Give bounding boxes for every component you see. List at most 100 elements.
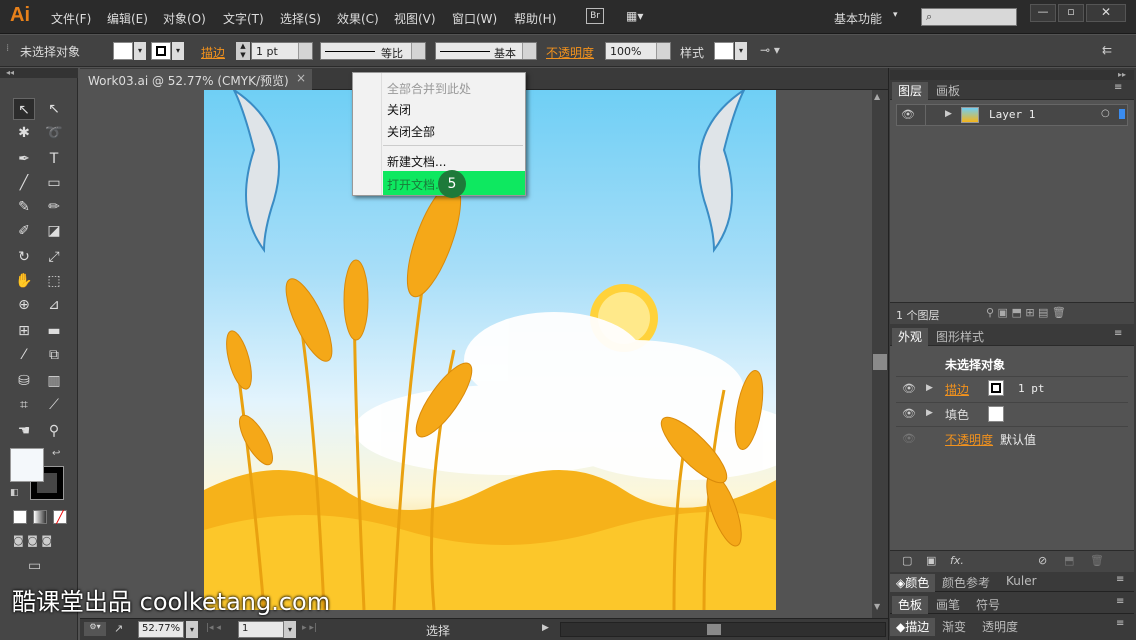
color-mode-icon[interactable] bbox=[13, 510, 27, 524]
h-scroll-thumb[interactable] bbox=[707, 624, 721, 635]
document-tab[interactable]: Work03.ai @ 52.77% (CMYK/预览) × bbox=[80, 69, 312, 90]
pen-tool-icon[interactable]: ✒ bbox=[13, 148, 35, 170]
menu-effect[interactable]: 效果(C) bbox=[337, 10, 379, 27]
expand-stroke-icon[interactable]: ▶ bbox=[926, 383, 933, 393]
appearance-fill-swatch[interactable] bbox=[988, 406, 1004, 422]
layer-visibility-icon[interactable]: 👁 bbox=[901, 108, 915, 121]
tab-stroke[interactable]: ◆描边 bbox=[890, 618, 936, 636]
none-mode-icon[interactable]: ╱ bbox=[53, 510, 67, 524]
scroll-thumb[interactable] bbox=[873, 354, 887, 370]
tab-appearance[interactable]: 外观 bbox=[892, 328, 929, 346]
type-tool-icon[interactable]: T bbox=[43, 148, 65, 170]
opacity-field[interactable]: 100% bbox=[605, 42, 671, 60]
zoom-tool-icon[interactable]: ⚲ bbox=[43, 420, 65, 442]
graphic-style-dropdown-icon[interactable]: ▾ bbox=[735, 42, 747, 60]
paintbrush-tool-icon[interactable]: ✎ bbox=[13, 196, 35, 218]
free-transform-tool-icon[interactable]: ⬚ bbox=[43, 270, 65, 292]
menu-item-consolidate[interactable]: 全部合并到此处 bbox=[387, 80, 471, 97]
scroll-down-icon[interactable]: ▼ bbox=[874, 602, 880, 611]
rotate-tool-icon[interactable]: ↻ bbox=[13, 246, 35, 268]
default-colors-icon[interactable]: ◧ bbox=[10, 488, 19, 498]
workspace-chevron-icon[interactable]: ▾ bbox=[893, 10, 898, 20]
appearance-stroke-weight[interactable]: 1 pt bbox=[1018, 382, 1045, 395]
fill-color-front[interactable] bbox=[10, 448, 44, 482]
appearance-stroke-swatch[interactable] bbox=[988, 380, 1004, 396]
tab-symbols[interactable]: 符号 bbox=[970, 596, 1006, 613]
layer-target-icon[interactable]: ○ bbox=[1101, 108, 1110, 119]
lasso-tool-icon[interactable]: ➰ bbox=[43, 122, 65, 144]
expand-layer-icon[interactable]: ▶ bbox=[945, 109, 952, 119]
layer-row[interactable]: 👁 ▶ Layer 1 ○ bbox=[896, 104, 1128, 126]
tab-color[interactable]: ◈颜色 bbox=[890, 574, 936, 592]
workspace-switcher[interactable]: 基本功能 bbox=[834, 10, 882, 27]
column-graph-tool-icon[interactable]: ▥ bbox=[43, 370, 65, 392]
opacity-panel-link[interactable]: 不透明度 bbox=[546, 44, 594, 61]
add-effect-icon[interactable]: fx. bbox=[950, 554, 964, 567]
close-button[interactable]: ✕ bbox=[1086, 4, 1126, 22]
layer-name[interactable]: Layer 1 bbox=[989, 108, 1035, 121]
appearance-opacity-link[interactable]: 不透明度 bbox=[945, 431, 993, 448]
hand-tool-icon[interactable]: ☚ bbox=[13, 420, 35, 442]
eraser-tool-icon[interactable]: ◪ bbox=[43, 220, 65, 242]
first-artboard-icon[interactable]: |◂ ◂ bbox=[206, 623, 221, 633]
menu-item-close[interactable]: 关闭 bbox=[387, 101, 411, 118]
eyedropper-tool-icon[interactable]: ⁄ bbox=[13, 344, 35, 366]
layers-panel-menu-icon[interactable]: ≡ bbox=[1114, 82, 1122, 93]
menu-type[interactable]: 文字(T) bbox=[223, 10, 264, 27]
duplicate-item-icon[interactable]: ⬒ bbox=[1064, 554, 1074, 567]
minimize-button[interactable]: — bbox=[1030, 4, 1056, 22]
add-stroke-icon[interactable]: ▢ bbox=[902, 554, 912, 567]
warp-tool-icon[interactable]: ✋ bbox=[13, 270, 35, 292]
menu-edit[interactable]: 编辑(E) bbox=[107, 10, 148, 27]
dock-collapse-icon[interactable]: ▸▸ bbox=[890, 70, 1134, 80]
artboard-dropdown-icon[interactable]: ▾ bbox=[284, 621, 296, 638]
arrange-documents-icon[interactable]: ▦▾ bbox=[626, 9, 652, 23]
layer-lock-column[interactable] bbox=[925, 105, 926, 125]
vertical-scrollbar[interactable]: ▲ ▼ bbox=[872, 90, 888, 618]
status-menu-icon[interactable]: ▶ bbox=[542, 623, 549, 633]
tab-layers[interactable]: 图层 bbox=[892, 82, 929, 100]
drawing-modes-icon[interactable]: ◙ ◙ ◙ bbox=[13, 534, 52, 547]
tab-artboards[interactable]: 画板 bbox=[930, 82, 966, 99]
stroke-panel-link[interactable]: 描边 bbox=[201, 44, 225, 61]
stroke-visibility-icon[interactable]: 👁 bbox=[902, 382, 916, 395]
fill-swatch[interactable] bbox=[113, 42, 133, 60]
clear-appearance-icon[interactable]: ⊘ bbox=[1038, 554, 1047, 567]
swatches-panel-menu-icon[interactable]: ≡ bbox=[1116, 596, 1124, 607]
tab-kuler[interactable]: Kuler bbox=[1000, 574, 1043, 588]
tab-gradient[interactable]: 渐变 bbox=[936, 618, 972, 635]
expand-fill-icon[interactable]: ▶ bbox=[926, 408, 933, 418]
direct-selection-tool-icon[interactable]: ↖ bbox=[43, 98, 65, 120]
fill-dropdown-icon[interactable]: ▾ bbox=[134, 42, 146, 60]
shape-builder-tool-icon[interactable]: ⊕ bbox=[13, 294, 35, 316]
scale-tool-icon[interactable]: ⤢ bbox=[43, 246, 65, 268]
selection-tool-icon[interactable]: ↖ bbox=[13, 98, 35, 120]
stroke-dropdown-icon[interactable]: ▾ bbox=[172, 42, 184, 60]
menu-object[interactable]: 对象(O) bbox=[163, 10, 206, 27]
tab-transparency[interactable]: 透明度 bbox=[976, 618, 1024, 635]
control-panel-menu-icon[interactable]: ⇇ bbox=[1102, 43, 1112, 57]
menu-select[interactable]: 选择(S) bbox=[280, 10, 321, 27]
search-input[interactable]: ⌕ bbox=[921, 8, 1017, 26]
opacity-visibility-icon[interactable]: 👁 bbox=[902, 432, 916, 445]
screen-mode-icon[interactable]: ▭ bbox=[28, 558, 41, 574]
gradient-tool-icon[interactable]: ▬ bbox=[43, 320, 65, 342]
pencil-tool-icon[interactable]: ✏ bbox=[43, 196, 65, 218]
color-panel-menu-icon[interactable]: ≡ bbox=[1116, 574, 1124, 585]
status-options-icon[interactable]: ⚙▾ bbox=[84, 622, 106, 636]
graphic-style-swatch[interactable] bbox=[714, 42, 734, 60]
artboard-tool-icon[interactable]: ⌗ bbox=[13, 394, 35, 416]
rectangle-tool-icon[interactable]: ▭ bbox=[43, 172, 65, 194]
tab-color-guide[interactable]: 颜色参考 bbox=[936, 574, 996, 591]
menu-help[interactable]: 帮助(H) bbox=[514, 10, 556, 27]
close-tab-icon[interactable]: × bbox=[296, 71, 306, 85]
magic-wand-tool-icon[interactable]: ✱ bbox=[13, 122, 35, 144]
tools-collapse-icon[interactable]: ◂◂ bbox=[0, 68, 78, 78]
appearance-stroke-link[interactable]: 描边 bbox=[945, 381, 969, 398]
tab-brushes[interactable]: 画笔 bbox=[930, 596, 966, 613]
stroke-panel-menu-icon[interactable]: ≡ bbox=[1116, 618, 1124, 629]
layer-actions-icons[interactable]: ⚲ ▣ ⬒ ⊞ ▤ 🗑 bbox=[986, 306, 1066, 319]
perspective-grid-tool-icon[interactable]: ⊿ bbox=[43, 294, 65, 316]
artboard-number-field[interactable]: 1 bbox=[238, 621, 284, 638]
blob-brush-tool-icon[interactable]: ✐ bbox=[13, 220, 35, 242]
